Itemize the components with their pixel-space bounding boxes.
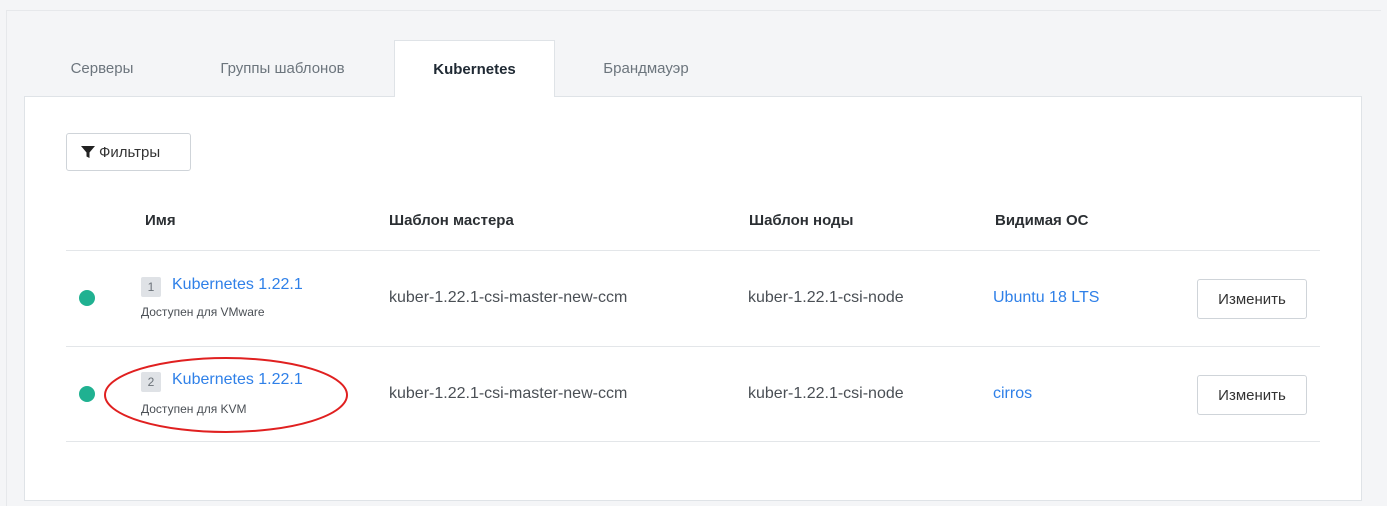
table-divider [66, 250, 1320, 251]
filter-icon [81, 145, 95, 159]
template-name-link[interactable]: Kubernetes 1.22.1 [172, 276, 303, 294]
visible-os-link[interactable]: cirros [993, 385, 1032, 403]
master-template-cell: kuber-1.22.1-csi-master-new-ccm [389, 289, 628, 306]
row-index-badge: 1 [141, 277, 161, 297]
availability-text: Доступен для KVM [141, 402, 247, 416]
visible-os-link[interactable]: Ubuntu 18 LTS [993, 289, 1099, 307]
status-indicator [79, 290, 95, 306]
tab-servers[interactable]: Серверы [46, 40, 158, 96]
table-divider [66, 441, 1320, 442]
node-template-cell: kuber-1.22.1-csi-node [748, 385, 904, 402]
edit-button[interactable]: Изменить [1197, 375, 1307, 415]
column-header-name: Имя [145, 212, 176, 229]
status-indicator [79, 386, 95, 402]
row-index-badge: 2 [141, 372, 161, 392]
template-name-link[interactable]: Kubernetes 1.22.1 [172, 371, 303, 389]
availability-text: Доступен для VMware [141, 305, 265, 319]
master-template-cell: kuber-1.22.1-csi-master-new-ccm [389, 385, 628, 402]
tab-firewall[interactable]: Брандмауэр [566, 40, 726, 96]
column-header-master-template: Шаблон мастера [389, 212, 514, 229]
tab-template-groups[interactable]: Группы шаблонов [180, 40, 385, 96]
tab-kubernetes[interactable]: Kubernetes [394, 40, 555, 97]
table-divider [66, 346, 1320, 347]
column-header-visible-os: Видимая ОС [995, 212, 1089, 229]
edit-button[interactable]: Изменить [1197, 279, 1307, 319]
filters-label: Фильтры [99, 143, 161, 161]
node-template-cell: kuber-1.22.1-csi-node [748, 289, 904, 306]
column-header-node-template: Шаблон ноды [749, 212, 854, 229]
filters-button[interactable]: Фильтры [66, 133, 191, 171]
